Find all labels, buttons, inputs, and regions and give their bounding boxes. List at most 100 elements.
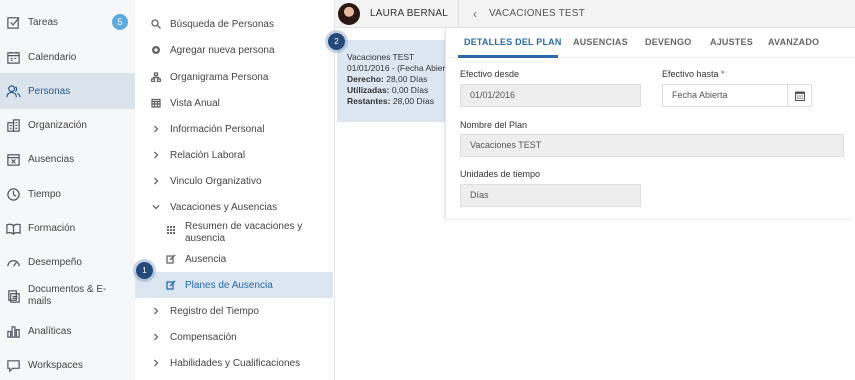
org-chart-icon: [150, 72, 162, 82]
avatar[interactable]: [338, 2, 360, 25]
absence-calendar-icon: [5, 151, 21, 167]
required-marker: *: [721, 69, 725, 79]
chevron-right-icon: [150, 150, 162, 160]
edit-icon: [165, 254, 177, 264]
submenu-item-label: Vinculo Organizativo: [170, 175, 262, 187]
back-chevron-icon[interactable]: ‹: [473, 7, 477, 21]
left-navigation: Tareas 5 Calendario Personas Organizació…: [0, 0, 135, 380]
submenu-item-label: Compensación: [170, 331, 237, 343]
nav-item-label: Organización: [28, 119, 87, 131]
date-picker-button[interactable]: [787, 84, 812, 107]
nav-item-label: Formación: [28, 222, 76, 234]
submenu-item-registro-tiempo[interactable]: Registro del Tiempo: [135, 303, 333, 319]
utilizadas-value: 0,00 Días: [391, 85, 429, 95]
effective-from-field[interactable]: 01/01/2016: [460, 84, 641, 107]
chevron-right-icon: [150, 306, 162, 316]
nav-item-calendario[interactable]: Calendario: [0, 47, 135, 67]
tab-avanzado[interactable]: AVANZADO: [768, 37, 819, 47]
submenu-item-informacion-personal[interactable]: Información Personal: [135, 121, 333, 137]
tasks-count-badge: 5: [112, 14, 128, 30]
plan-card-derecho: Derecho: 28,00 Días: [347, 74, 445, 85]
submenu-item-label: Vista Anual: [170, 97, 220, 109]
submenu-item-resumen-vacaciones[interactable]: Resumen de vacaciones y ausencia: [135, 221, 333, 247]
nav-item-documentos[interactable]: Documentos & E-mails: [0, 283, 135, 309]
submenu-item-planes-ausencia[interactable]: Planes de Ausencia: [135, 272, 333, 298]
tab-detalles-del-plan[interactable]: DETALLES DEL PLAN: [464, 37, 562, 47]
calendar-icon: [794, 91, 805, 101]
submenu-item-vacaciones-ausencias[interactable]: Vacaciones y Ausencias: [135, 199, 333, 215]
nav-item-formacion[interactable]: Formación: [0, 218, 135, 238]
restantes-label: Restantes:: [347, 96, 391, 106]
clock-icon: [5, 186, 21, 202]
persons-submenu: Búsqueda de Personas Agregar nueva perso…: [135, 0, 335, 380]
derecho-label: Derecho:: [347, 74, 384, 84]
nav-item-desempeno[interactable]: Desempeño: [0, 252, 135, 272]
chevron-right-icon: [150, 176, 162, 186]
nav-item-personas[interactable]: Personas: [0, 73, 135, 109]
time-unit-label: Unidades de tiempo: [460, 169, 541, 179]
submenu-item-label: Resumen de vacaciones y ausencia: [185, 221, 303, 244]
utilizadas-label: Utilizadas:: [347, 85, 390, 95]
grid-icon: [165, 225, 177, 235]
plan-card[interactable]: Vacaciones TEST 01/01/2016 - (Fecha Abie…: [337, 40, 445, 122]
nav-item-workspaces[interactable]: Workspaces: [0, 355, 135, 375]
effective-from-label: Efectivo desde: [460, 69, 520, 79]
chat-icon: [5, 357, 21, 373]
nav-item-organizacion[interactable]: Organización: [0, 115, 135, 135]
plan-card-restantes: Restantes: 28,00 Días: [347, 96, 445, 107]
nav-item-label: Tiempo: [28, 188, 61, 200]
nav-item-label: Analíticas: [28, 325, 72, 337]
tab-ajustes[interactable]: AJUSTES: [710, 37, 753, 47]
plan-name-field[interactable]: Vacaciones TEST: [460, 134, 844, 157]
submenu-item-label: Organigrama Persona: [170, 71, 269, 83]
plan-card-name: Vacaciones TEST: [347, 52, 415, 62]
active-tab-underline: [458, 55, 558, 58]
nav-item-label: Documentos & E-mails: [28, 284, 107, 307]
bar-chart-icon: [5, 323, 21, 339]
book-icon: [5, 220, 21, 236]
person-name[interactable]: LAURA BERNAL: [370, 8, 448, 19]
time-unit-field[interactable]: Días: [460, 184, 641, 207]
submenu-item-busqueda[interactable]: Búsqueda de Personas: [135, 16, 333, 32]
active-nav-pointer: [127, 78, 135, 104]
submenu-item-ausencia[interactable]: Ausencia: [135, 251, 333, 267]
tab-devengo[interactable]: DEVENGO: [645, 37, 691, 47]
submenu-item-vista-anual[interactable]: Vista Anual: [135, 95, 333, 111]
restantes-value: 28,00 Días: [392, 96, 434, 106]
plan-card-utilizadas: Utilizadas: 0,00 Días: [347, 85, 445, 96]
gauge-icon: [5, 254, 21, 270]
nav-item-ausencias[interactable]: Ausencias: [0, 149, 135, 169]
submenu-item-compensacion[interactable]: Compensación: [135, 329, 333, 345]
plan-tabs: DETALLES DEL PLAN AUSENCIAS DEVENGO AJUS…: [446, 28, 855, 58]
submenu-item-label: Información Personal: [170, 123, 265, 135]
submenu-item-label: Planes de Ausencia: [185, 279, 273, 291]
nav-item-label: Personas: [28, 85, 71, 97]
search-icon: [150, 19, 162, 29]
nav-item-label: Desempeño: [28, 256, 82, 268]
header-divider: [458, 0, 459, 28]
plan-name-label: Nombre del Plan: [460, 120, 528, 130]
submenu-item-habilidades[interactable]: Habilidades y Cualificaciones: [135, 355, 333, 371]
submenu-item-agregar[interactable]: Agregar nueva persona: [135, 42, 333, 58]
tab-ausencias[interactable]: AUSENCIAS: [573, 37, 628, 47]
effective-to-field[interactable]: Fecha Abierta: [662, 84, 788, 107]
plan-detail-panel: DETALLES DEL PLAN AUSENCIAS DEVENGO AJUS…: [445, 28, 855, 218]
person-header: LAURA BERNAL ‹ VACACIONES TEST: [335, 0, 855, 28]
submenu-item-relacion-laboral[interactable]: Relación Laboral: [135, 147, 333, 163]
submenu-item-label: Vacaciones y Ausencias: [170, 201, 278, 213]
nav-item-label: Calendario: [28, 51, 77, 63]
submenu-item-vinculo-organizativo[interactable]: Vinculo Organizativo: [135, 173, 333, 189]
edit-icon: [165, 280, 177, 290]
nav-item-label: Workspaces: [28, 359, 83, 371]
calendar-grid-icon: [150, 98, 162, 108]
chevron-right-icon: [150, 124, 162, 134]
documents-icon: [5, 288, 21, 304]
submenu-item-organigrama[interactable]: Organigrama Persona: [135, 69, 333, 85]
calendar-icon: [5, 49, 21, 65]
submenu-item-label: Relación Laboral: [170, 149, 246, 161]
nav-item-analiticas[interactable]: Analíticas: [0, 321, 135, 341]
nav-item-tiempo[interactable]: Tiempo: [0, 184, 135, 204]
nav-item-label: Ausencias: [28, 153, 75, 165]
plan-title: VACACIONES TEST: [489, 8, 585, 19]
submenu-item-label: Registro del Tiempo: [170, 305, 259, 317]
